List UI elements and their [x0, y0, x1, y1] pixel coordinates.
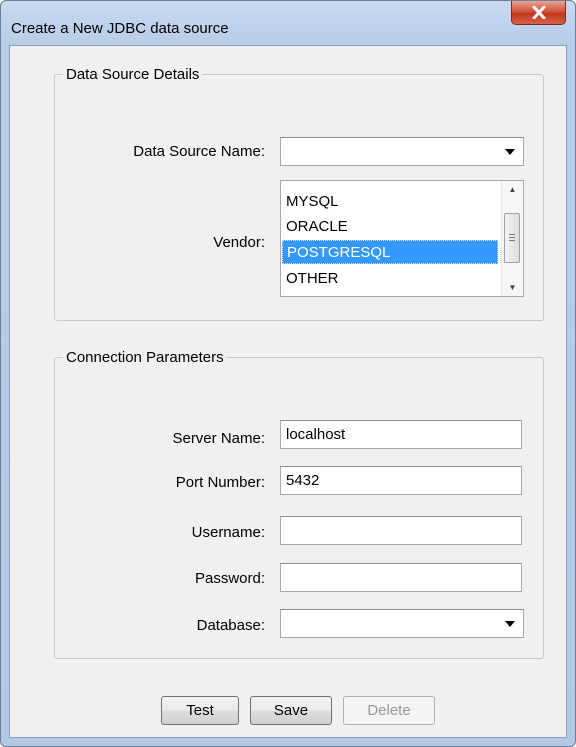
dialog-content: Data Source Details Data Source Name: Ve… [9, 45, 567, 738]
dropdown-arrow-icon[interactable] [505, 149, 515, 155]
connection-parameters-legend: Connection Parameters [66, 349, 224, 366]
data-source-details-legend: Data Source Details [66, 66, 200, 83]
delete-button[interactable]: Delete [343, 696, 435, 725]
scroll-down-arrow-icon[interactable]: ▼ [502, 279, 523, 296]
vendor-option-mysql[interactable]: MYSQL [282, 190, 498, 214]
test-button[interactable]: Test [161, 696, 239, 725]
save-button[interactable]: Save [250, 696, 332, 725]
server-name-input[interactable]: localhost [280, 420, 522, 449]
database-label: Database: [196, 617, 265, 634]
username-input[interactable] [280, 516, 522, 545]
vendor-label: Vendor: [213, 234, 265, 251]
scroll-up-arrow-icon[interactable]: ▲ [502, 181, 523, 198]
server-name-label: Server Name: [172, 430, 265, 447]
port-number-label: Port Number: [175, 474, 265, 491]
close-button[interactable] [511, 1, 566, 25]
close-icon [532, 6, 546, 19]
vendor-option-oracle[interactable]: ORACLE [282, 215, 498, 239]
vendor-listbox[interactable]: MYSQL ORACLE POSTGRESQL OTHER ▲ ▼ [280, 180, 524, 297]
title-bar[interactable]: Create a New JDBC data source [1, 1, 575, 45]
username-label: Username: [191, 524, 265, 541]
data-source-name-label: Data Source Name: [133, 143, 265, 160]
scroll-thumb[interactable] [504, 213, 520, 263]
port-number-input[interactable]: 5432 [280, 466, 522, 495]
vendor-option-other[interactable]: OTHER [282, 267, 498, 291]
password-label: Password: [194, 570, 265, 587]
database-combobox[interactable] [280, 609, 524, 638]
vendor-scrollbar[interactable]: ▲ ▼ [501, 181, 523, 296]
password-input[interactable] [280, 563, 522, 592]
vendor-option-postgresql[interactable]: POSTGRESQL [282, 240, 498, 264]
dropdown-arrow-icon[interactable] [505, 621, 515, 627]
dialog-window: Create a New JDBC data source Data Sourc… [0, 0, 576, 747]
data-source-name-combobox[interactable] [280, 137, 524, 166]
window-title: Create a New JDBC data source [11, 20, 229, 37]
